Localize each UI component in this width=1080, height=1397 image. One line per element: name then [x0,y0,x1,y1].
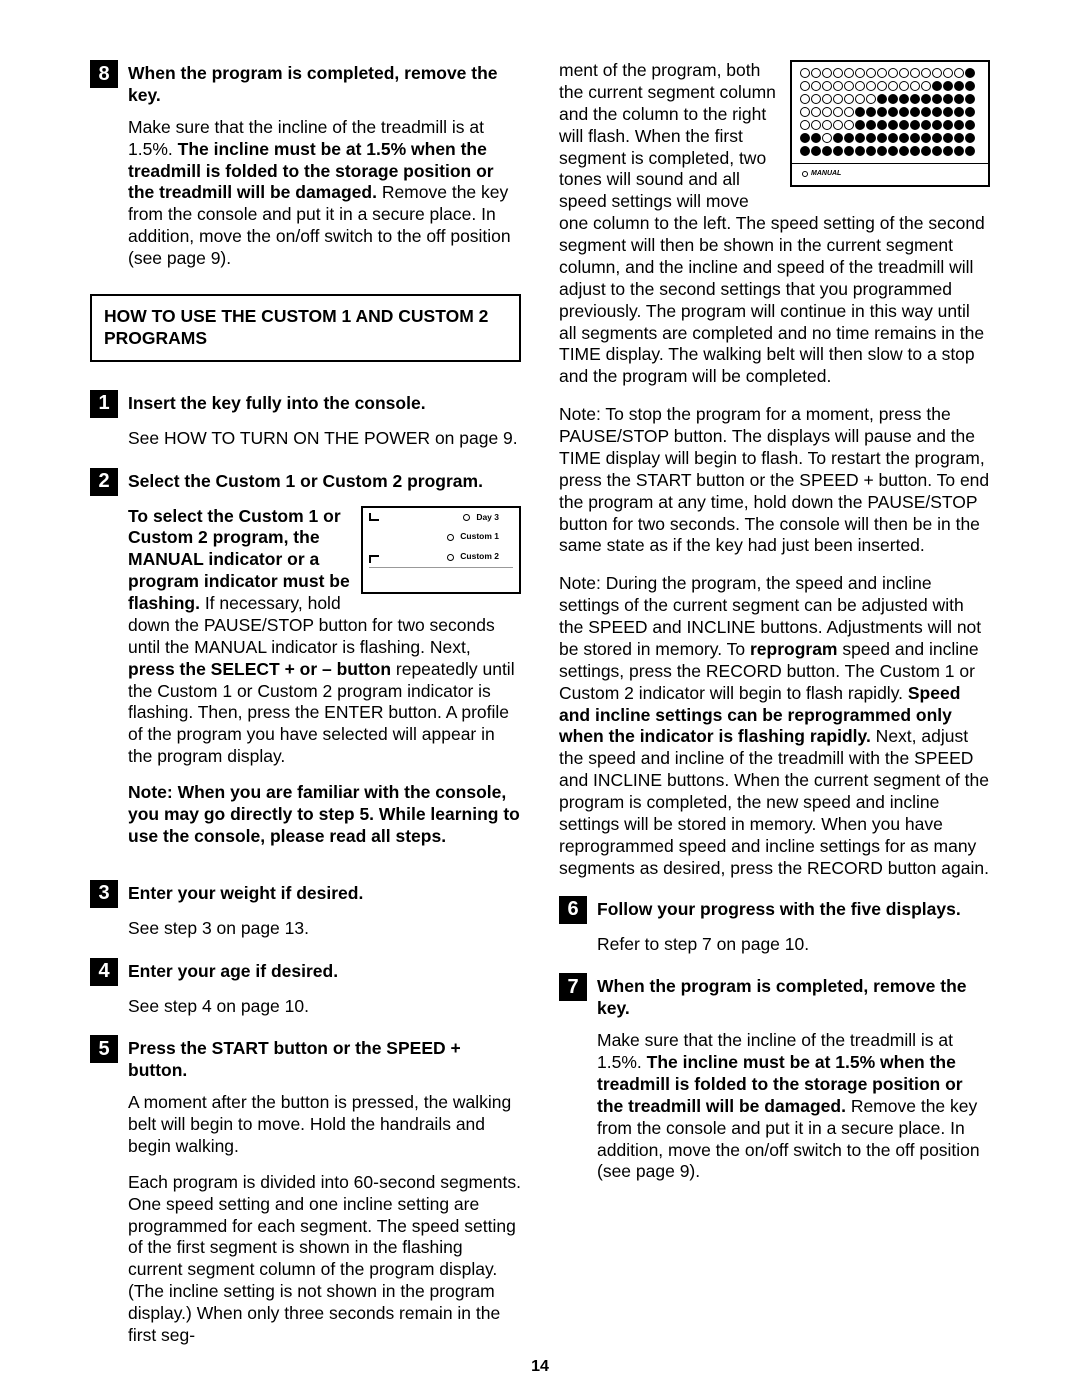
page-number: 14 [0,1357,1080,1377]
console-diagram: Day 3 Custom 1 Custom 2 [361,506,521,594]
right-note1: Note: To stop the program for a moment, … [559,404,990,557]
step-2-body: Day 3 Custom 1 Custom 2 To select the Cu… [128,506,521,862]
step-6-title: Follow your progress with the five displ… [597,896,961,921]
step-number-4: 4 [90,958,118,986]
step-5-title: Press the START button or the SPEED + bu… [128,1035,521,1082]
right-note2: Note: During the program, the speed and … [559,573,990,879]
step-4-title: Enter your age if desired. [128,958,338,983]
display-manual-label: MANUAL [811,170,841,179]
left-column: 8 When the program is completed, remove … [90,60,521,1365]
step-8-body: Make sure that the incline of the treadm… [128,117,521,270]
step4-body: See step 4 on page 10. [128,996,521,1018]
step-7: 7 When the program is completed, remove … [559,973,990,1183]
program-display-diagram: MANUAL [790,60,990,187]
step-3-title: Enter your weight if desired. [128,880,363,905]
step-number-1: 1 [90,390,118,418]
step-2: 2 Select the Custom 1 or Custom 2 progra… [90,468,521,862]
diag-day3: Day 3 [476,512,499,524]
right-column: MANUAL ment of the program, both the cur… [559,60,990,1365]
step-8: 8 When the program is completed, remove … [90,60,521,270]
step-number-8: 8 [90,60,118,88]
step5-p1: A moment after the button is pressed, th… [128,1092,521,1158]
diag-custom1: Custom 1 [460,531,499,543]
step-1: 1 Insert the key fully into the console.… [90,390,521,450]
step-number-6: 6 [559,896,587,924]
howto-box: HOW TO USE THE CUSTOM 1 AND CUSTOM 2 PRO… [90,294,521,362]
step5-p2: Each program is divided into 60-second s… [128,1172,521,1347]
step2-note: Note: When you are familiar with the con… [128,782,521,848]
step-7-body: Make sure that the incline of the treadm… [597,1030,990,1183]
n2-b1: reprogram [750,639,838,659]
step-3: 3 Enter your weight if desired. See step… [90,880,521,940]
step1-body: See HOW TO TURN ON THE POWER on page 9. [128,428,521,450]
diag-custom2: Custom 2 [460,551,499,563]
step-5-body: A moment after the button is pressed, th… [128,1092,521,1347]
step-7-title: When the program is completed, remove th… [597,973,990,1020]
step-1-title: Insert the key fully into the console. [128,390,426,415]
dot-grid [800,68,980,159]
n2-post: Next, adjust the speed and incline of th… [559,726,989,877]
step-6-body: Refer to step 7 on page 10. [597,934,990,956]
step-number-7: 7 [559,973,587,1001]
step-number-2: 2 [90,468,118,496]
step-6: 6 Follow your progress with the five dis… [559,896,990,956]
step-8-title: When the program is completed, remove th… [128,60,521,107]
step-number-3: 3 [90,880,118,908]
step-5: 5 Press the START button or the SPEED + … [90,1035,521,1346]
step-3-body: See step 3 on page 13. [128,918,521,940]
step3-body: See step 3 on page 13. [128,918,521,940]
step2-b2: press the SELECT + or – button [128,659,391,679]
step-2-title: Select the Custom 1 or Custom 2 program. [128,468,483,493]
step-4-body: See step 4 on page 10. [128,996,521,1018]
page-columns: 8 When the program is completed, remove … [90,60,990,1365]
step6-body: Refer to step 7 on page 10. [597,934,990,956]
step-number-5: 5 [90,1035,118,1063]
step-4: 4 Enter your age if desired. See step 4 … [90,958,521,1018]
step-1-body: See HOW TO TURN ON THE POWER on page 9. [128,428,521,450]
